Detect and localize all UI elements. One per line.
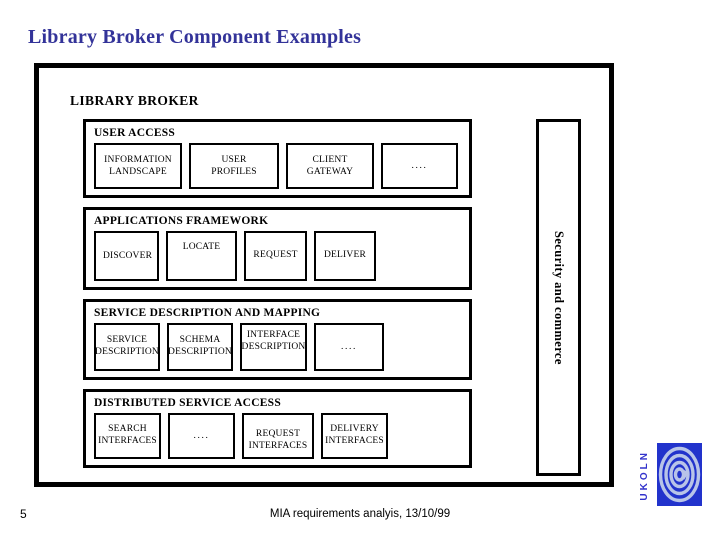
library-broker-label: LIBRARY BROKER (70, 93, 199, 108)
component-box[interactable]: INFORMATION LANDSCAPE (94, 143, 182, 189)
component-row-applications-framework: DISCOVER LOCATE REQUEST DELIVER (92, 231, 463, 281)
component-row-distributed-service-access: SEARCH INTERFACES .... REQUEST INTERFACE… (92, 413, 463, 459)
layer-title-user-access: USER ACCESS (94, 127, 176, 139)
component-box[interactable]: CLIENT GATEWAY (286, 143, 374, 189)
layer-stack: USER ACCESS INFORMATION LANDSCAPE USER P… (83, 119, 472, 468)
component-box[interactable]: DELIVERY INTERFACES (321, 413, 388, 459)
page-title: Library Broker Component Examples (28, 26, 362, 48)
ukoln-spiral-icon (657, 443, 702, 506)
security-and-commerce-label: Security and commerce (552, 230, 566, 365)
component-box[interactable]: REQUEST (244, 231, 307, 281)
component-row-service-description: SERVICE DESCRIPTION SCHEMA DESCRIPTION I… (92, 323, 463, 371)
component-box[interactable]: REQUEST INTERFACES (242, 413, 314, 459)
component-box[interactable]: SERVICE DESCRIPTION (94, 323, 160, 371)
layer-user-access: USER ACCESS INFORMATION LANDSCAPE USER P… (83, 119, 472, 198)
component-row-user-access: INFORMATION LANDSCAPE USER PROFILES CLIE… (92, 143, 463, 189)
layer-title-applications-framework: APPLICATIONS FRAMEWORK (94, 215, 269, 227)
ukoln-logo: UKOLN (639, 436, 706, 520)
component-box[interactable]: USER PROFILES (189, 143, 279, 189)
component-box[interactable]: INTERFACE DESCRIPTION (240, 323, 307, 371)
footer-caption: MIA requirements analyis, 13/10/99 (269, 508, 451, 520)
layer-applications-framework: APPLICATIONS FRAMEWORK DISCOVER LOCATE R… (83, 207, 472, 290)
layer-service-description: SERVICE DESCRIPTION AND MAPPING SERVICE … (83, 299, 472, 380)
component-box[interactable]: DELIVER (314, 231, 376, 281)
layer-title-distributed-service-access: DISTRIBUTED SERVICE ACCESS (94, 397, 281, 409)
library-broker-diagram: LIBRARY BROKER USER ACCESS INFORMATION L… (34, 63, 614, 487)
component-box[interactable]: SEARCH INTERFACES (94, 413, 161, 459)
component-box[interactable]: DISCOVER (94, 231, 159, 281)
layer-distributed-service-access: DISTRIBUTED SERVICE ACCESS SEARCH INTERF… (83, 389, 472, 468)
ukoln-wordmark: UKOLN (639, 450, 650, 501)
component-box[interactable]: LOCATE (166, 231, 237, 281)
layer-title-service-description: SERVICE DESCRIPTION AND MAPPING (94, 307, 321, 319)
security-and-commerce-bar: Security and commerce (536, 119, 581, 476)
component-box-ellipsis[interactable]: .... (381, 143, 458, 189)
spiral-icon (658, 446, 701, 503)
component-box-ellipsis[interactable]: .... (168, 413, 235, 459)
component-box-ellipsis[interactable]: .... (314, 323, 384, 371)
component-box[interactable]: SCHEMA DESCRIPTION (167, 323, 233, 371)
